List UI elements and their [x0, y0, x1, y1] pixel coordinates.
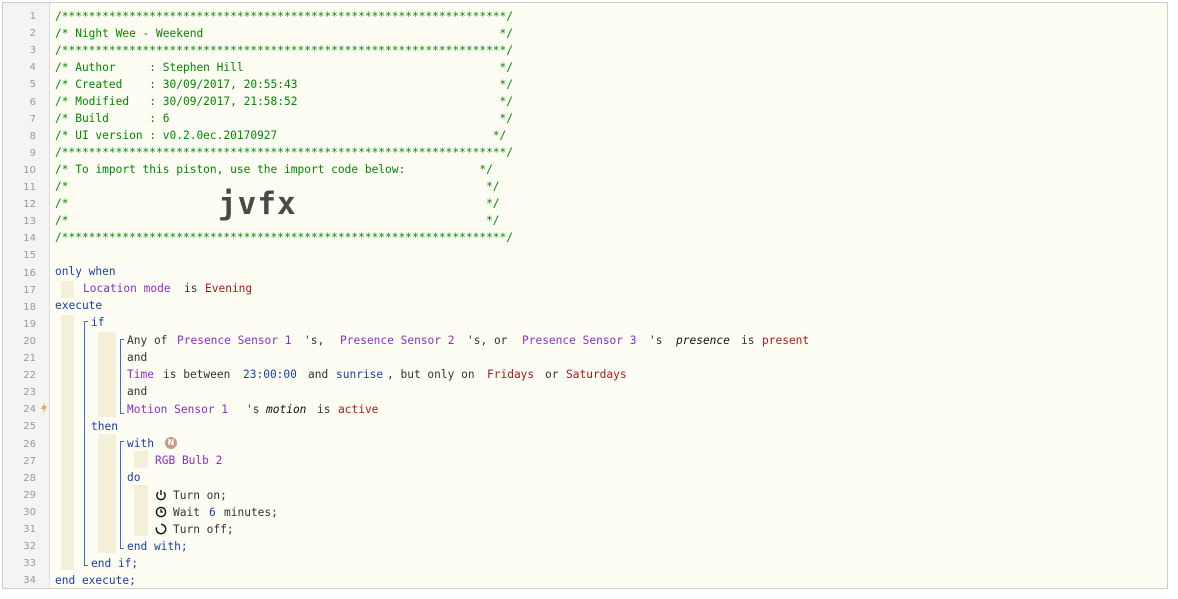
code-line: if	[3, 314, 1167, 331]
operator-text: is	[741, 334, 755, 347]
condition-text: 's, or	[467, 334, 508, 347]
comment-text: /***************************************…	[55, 10, 514, 23]
value-text[interactable]: Fridays	[487, 366, 534, 383]
command-text: minutes;	[224, 506, 278, 519]
value-text[interactable]: 6	[209, 504, 216, 521]
comment-text: /* Created : 30/09/2017, 20:55:43 */	[55, 78, 514, 91]
comment-text: /* Night Wee - Weekend */	[55, 27, 514, 40]
attribute-text: presence	[676, 334, 730, 347]
device-name[interactable]: Motion Sensor 1	[127, 401, 228, 418]
device-name[interactable]: Time	[127, 366, 154, 383]
comment-text: /* Modified : 30/09/2017, 21:58:52 */	[55, 95, 514, 108]
code-line: then	[3, 418, 1167, 435]
operator-text: is	[317, 403, 331, 416]
operator-text: or	[545, 368, 559, 381]
code-line: /***************************************…	[3, 229, 1167, 246]
code-line: only when	[3, 263, 1167, 280]
command-text[interactable]: Turn on;	[173, 487, 227, 504]
device-name[interactable]: Presence Sensor 2	[340, 332, 455, 349]
attribute-text: motion	[266, 403, 307, 416]
code-line: Time is between 23:00:00 and sunrise , b…	[3, 366, 1167, 383]
code-line: /* Build : 6 */	[3, 110, 1167, 127]
comment-text: /* Author : Stephen Hill */	[55, 61, 514, 74]
value-text[interactable]: Evening	[205, 280, 252, 297]
code-line: end execute;	[3, 572, 1167, 588]
code-line: /* Author : Stephen Hill */	[3, 59, 1167, 76]
code-line: /* Created : 30/09/2017, 20:55:43 */	[3, 76, 1167, 93]
condition-text: Any of	[127, 334, 168, 347]
operator-text: is	[184, 282, 198, 295]
comment-text: /***************************************…	[55, 146, 514, 159]
condition-text: 's,	[304, 334, 325, 347]
keyword: end execute;	[55, 574, 136, 587]
keyword: execute	[55, 299, 103, 312]
operator-text: and	[127, 351, 148, 364]
code-line: execute	[3, 297, 1167, 314]
value-text[interactable]: sunrise	[336, 366, 383, 383]
code-line: /***************************************…	[3, 144, 1167, 161]
code-line: end if;	[3, 555, 1167, 572]
value-text[interactable]: Saturdays	[566, 366, 627, 383]
condition-text: 's	[246, 403, 260, 416]
keyword: do	[127, 471, 141, 484]
line-number: 15	[23, 250, 36, 262]
keyword: only when	[55, 265, 116, 278]
comment-text: /***************************************…	[55, 231, 514, 244]
code-line: end with;	[3, 538, 1167, 555]
comment-text: /* Build : 6 */	[55, 112, 514, 125]
code-line: /***************************************…	[3, 8, 1167, 25]
operator-text: is between	[163, 368, 231, 381]
comment-text: /***************************************…	[55, 44, 514, 57]
device-name[interactable]: RGB Bulb 2	[155, 452, 222, 469]
comment-text: /* To import this piston, use the import…	[55, 163, 493, 176]
code-line: with	[3, 435, 1167, 452]
code-line: /* Night Wee - Weekend */	[3, 25, 1167, 42]
code-line: /* UI version : v0.2.0ec.20170927 */	[3, 127, 1167, 144]
operator-text: and	[127, 385, 148, 398]
value-text[interactable]: active	[338, 401, 378, 418]
command-text[interactable]: Turn off;	[173, 521, 234, 538]
keyword: then	[91, 420, 118, 433]
code-line: /***************************************…	[3, 42, 1167, 59]
code-line: /* */	[3, 178, 1167, 195]
code-line: Wait 6 minutes;	[3, 504, 1167, 521]
code-line: and	[3, 383, 1167, 400]
task-mode-badge[interactable]: N	[165, 437, 177, 449]
code-line: Location mode is Evening	[3, 280, 1167, 297]
code-line: /* Modified : 30/09/2017, 21:58:52 */	[3, 93, 1167, 110]
code-line: and	[3, 349, 1167, 366]
comment-text: /* UI version : v0.2.0ec.20170927 */	[55, 129, 507, 142]
condition-text: 's	[649, 334, 663, 347]
device-name[interactable]: Presence Sensor 1	[177, 332, 292, 349]
value-text[interactable]: present	[762, 332, 809, 349]
operator-text: and	[308, 368, 329, 381]
code-line: Turn on;	[3, 487, 1167, 504]
code-line: RGB Bulb 2	[3, 452, 1167, 469]
code-line: Motion Sensor 1 's motion is active	[3, 401, 1167, 418]
device-name[interactable]: Location mode	[83, 280, 171, 297]
command-text[interactable]: Wait	[173, 504, 200, 521]
code-line: do	[3, 469, 1167, 486]
keyword: end with;	[127, 540, 188, 553]
code-line: /* */	[3, 195, 1167, 212]
import-code: jvfx	[218, 186, 297, 222]
value-text[interactable]: 23:00:00	[243, 366, 297, 383]
keyword: if	[91, 316, 105, 329]
condition-text: , but only on	[387, 368, 475, 381]
code-line: Any of Presence Sensor 1 's, Presence Se…	[3, 332, 1167, 349]
code-line: /* To import this piston, use the import…	[3, 161, 1167, 178]
code-editor: 1 2 3 4 5 6 7 8 9 10 11 12 13 14 15 16 17 18 19 20 21 22 23 24 2…	[2, 2, 1168, 589]
keyword: end if;	[91, 557, 139, 570]
code-line: Turn off;	[3, 521, 1167, 538]
keyword: with	[127, 437, 154, 450]
device-name[interactable]: Presence Sensor 3	[522, 332, 637, 349]
code-line: /* */	[3, 212, 1167, 229]
